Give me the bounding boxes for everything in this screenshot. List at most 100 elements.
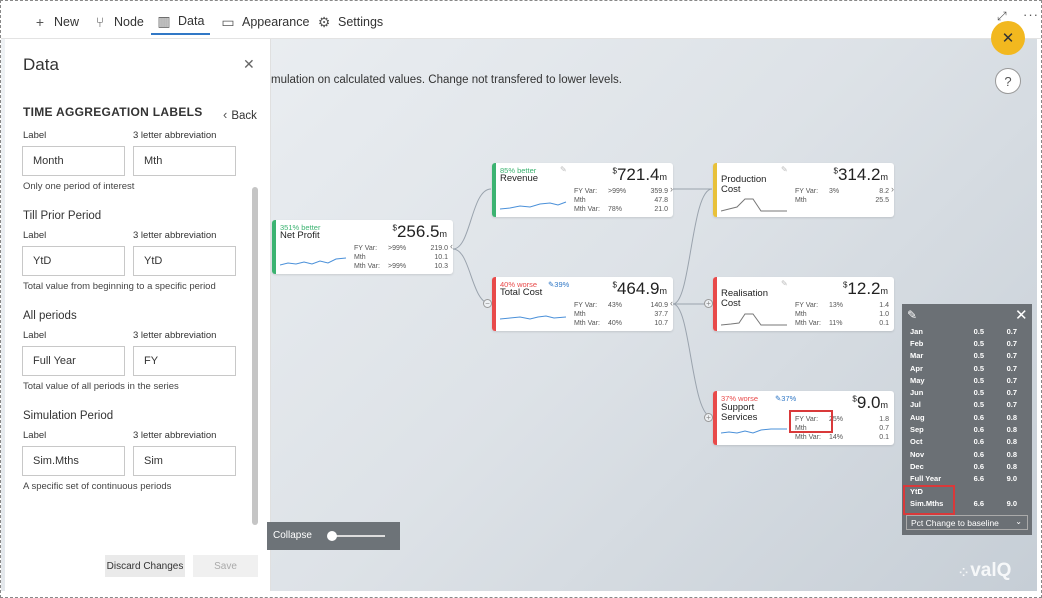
period-value[interactable]: 0.7 [984, 376, 1017, 385]
gear-icon: ⚙ [317, 13, 331, 30]
period-value[interactable]: 0.7 [984, 339, 1017, 348]
app-root: mulation on calculated values. Change no… [0, 0, 1042, 598]
period-value[interactable]: 0.5 [968, 339, 984, 348]
period-value[interactable]: 0.6 [968, 425, 984, 434]
collapse-node-icon[interactable]: − [483, 299, 492, 308]
group-title: Simulation Period [23, 410, 114, 422]
month-label-input[interactable]: Month [22, 146, 125, 176]
period-value[interactable]: 0.7 [984, 400, 1017, 409]
help-button[interactable]: ? [995, 68, 1021, 94]
node-net-profit[interactable]: 351% better Net Profit $256.5m FY Var: >9… [272, 220, 453, 274]
collapse-slider-track[interactable] [329, 535, 385, 537]
sim-label-input[interactable]: Sim.Mths [22, 446, 125, 476]
period-value[interactable]: 0.6 [968, 413, 984, 422]
node-metrics: FY Var: 43% 140.9 Mth 37.7 Mth Var: 40% 10.7 [574, 302, 668, 327]
node-total-cost[interactable]: 40% worse ✎39% Total Cost $464.9m FY Var… [492, 277, 673, 331]
period-value[interactable]: 0.6 [968, 437, 984, 446]
period-value[interactable]: 6.6 [968, 499, 984, 508]
period-value[interactable]: 0.7 [984, 364, 1017, 373]
data-panel: Data ✕ TIME AGGREGATION LABELS ‹ Back Lab… [5, 39, 271, 591]
pencil-icon[interactable]: ✎ [781, 165, 788, 174]
node-metrics: FY Var: 13% 1.4 Mth 1.0 Mth Var: 11% 0.1 [795, 302, 889, 327]
chevron-down-icon: ⌄ [1015, 517, 1022, 526]
period-value[interactable]: 0.6 [968, 462, 984, 471]
period-value[interactable]: 0.8 [984, 462, 1017, 471]
period-value[interactable]: 9.0 [984, 474, 1017, 483]
label-caption: Label [23, 130, 47, 141]
node-value: $721.4m [612, 165, 668, 184]
fullyear-label-input[interactable]: Full Year [22, 346, 125, 376]
scrollbar[interactable] [252, 187, 258, 525]
label-caption: Label [23, 230, 47, 241]
abbr-caption: 3 letter abbreviation [133, 230, 217, 241]
highlight-box [789, 410, 833, 433]
node-production-cost[interactable]: ✎ Production Cost $314.2m FY Var: 3% 8.2 Mt… [713, 163, 894, 217]
period-value[interactable]: 0.5 [968, 364, 984, 373]
pencil-icon[interactable]: ✎ [781, 279, 788, 288]
node-button[interactable]: ⑂ Node [93, 9, 144, 35]
node-name: Total Cost [500, 287, 543, 298]
settings-button[interactable]: ⚙ Settings [317, 9, 383, 35]
chevron-left-icon[interactable]: ‹ [450, 241, 453, 251]
panel-title: Data [23, 55, 59, 74]
question-icon: ? [1004, 73, 1012, 89]
period-label: May [910, 375, 925, 385]
sparkline [721, 428, 787, 434]
status-bar [492, 163, 496, 217]
close-icon[interactable]: ✕ [243, 56, 255, 73]
appearance-button[interactable]: ▭ Appearance [221, 9, 309, 35]
chevron-right-icon[interactable]: › [891, 184, 894, 194]
period-value[interactable]: 0.8 [984, 450, 1017, 459]
sparkline [500, 315, 567, 320]
sim-abbr-input[interactable]: Sim [133, 446, 236, 476]
node-metrics: FY Var: >99% 359.9 Mth 47.8 Mth Var: 78% 21.0 [574, 188, 668, 213]
comparison-select[interactable]: Pct Change to baseline ⌄ [906, 515, 1028, 530]
period-value[interactable]: 0.5 [968, 376, 984, 385]
period-value[interactable]: 0.7 [984, 351, 1017, 360]
expand-node-icon[interactable]: + [704, 413, 713, 422]
chevron-right-icon[interactable]: › [670, 184, 673, 194]
more-icon[interactable]: ··· [1023, 7, 1039, 22]
fullyear-abbr-input[interactable]: FY [133, 346, 236, 376]
period-value[interactable]: 0.8 [984, 437, 1017, 446]
toolbar: + New ⑂ Node ▥ Data ▭ Appearance ⚙ Setti… [1, 1, 1041, 39]
period-label: Jan [910, 326, 923, 336]
period-value[interactable]: 0.5 [968, 400, 984, 409]
period-value[interactable]: 0.6 [968, 450, 984, 459]
edit-icon[interactable]: ✎ [907, 308, 917, 322]
period-value[interactable]: 0.7 [984, 327, 1017, 336]
discard-changes-button[interactable]: Discard Changes [105, 555, 185, 577]
period-value[interactable]: 6.6 [968, 474, 984, 483]
collapse-slider-knob[interactable] [327, 531, 337, 541]
period-row: Jun 0.5 0.7 [902, 386, 1032, 398]
period-value[interactable]: 0.8 [984, 425, 1017, 434]
close-icon[interactable]: ✕ [1015, 306, 1028, 324]
pencil-icon[interactable]: ✎ [560, 165, 567, 174]
chart-icon: ▥ [157, 12, 171, 29]
node-value: $464.9m [612, 279, 668, 298]
close-simulation-button[interactable]: ✕ [991, 21, 1025, 55]
back-button[interactable]: ‹ Back [223, 107, 257, 122]
save-button[interactable]: Save [193, 555, 258, 577]
period-value[interactable]: 0.5 [968, 388, 984, 397]
hint-text: Total value of all periods in the series [23, 381, 179, 392]
new-button[interactable]: + New [33, 9, 79, 35]
period-value[interactable]: 0.8 [984, 413, 1017, 422]
period-value[interactable]: 0.5 [968, 351, 984, 360]
node-metrics: FY Var: >99% 219.0 Mth 10.1 Mth Var: >99% 10.… [354, 245, 448, 270]
chevron-left-icon[interactable]: ‹ [670, 298, 673, 308]
expand-node-icon[interactable]: + [704, 299, 713, 308]
period-row: Feb 0.5 0.7 [902, 337, 1032, 349]
node-revenue[interactable]: 85% better ✎ Revenue $721.4m FY Var: >99%… [492, 163, 673, 217]
data-tab[interactable]: ▥ Data [151, 9, 211, 35]
ytd-abbr-input[interactable]: YtD [133, 246, 236, 276]
node-realisation-cost[interactable]: ✎ Realisation Cost $12.2m FY Var: 13% 1.4 M… [713, 277, 894, 331]
hint-text: A specific set of continuous periods [23, 481, 172, 492]
period-value[interactable]: 0.7 [984, 388, 1017, 397]
label-caption: Label [23, 330, 47, 341]
period-value[interactable]: 9.0 [984, 499, 1017, 508]
month-abbr-input[interactable]: Mth [133, 146, 236, 176]
period-label: Feb [910, 338, 924, 348]
period-value[interactable]: 0.5 [968, 327, 984, 336]
ytd-label-input[interactable]: YtD [22, 246, 125, 276]
